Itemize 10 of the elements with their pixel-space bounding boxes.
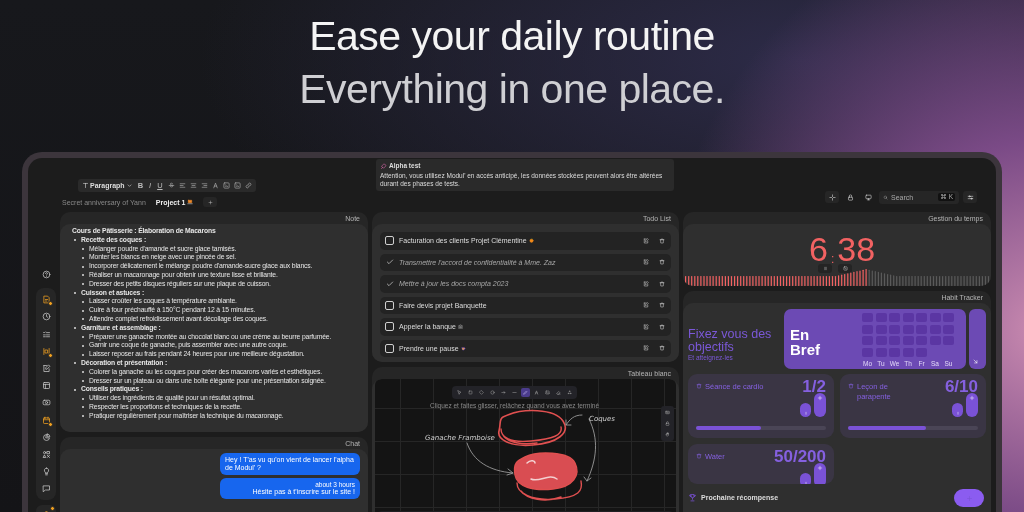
headline: Ease your daily routine xyxy=(309,12,715,61)
timer-seconds: 38 xyxy=(837,232,876,266)
timer-minutes: 6 xyxy=(808,232,828,266)
timer-separator: : xyxy=(830,252,835,266)
summary-title: En Bref xyxy=(790,327,821,357)
subheadline: Everything in one place. xyxy=(299,65,725,114)
habit-count: 1/2 xyxy=(802,377,826,397)
habit-count: 6/10 xyxy=(944,377,978,397)
habit-count: 50/200 xyxy=(774,447,826,467)
habit-headline: Fixez vous des objectifs xyxy=(688,327,773,354)
